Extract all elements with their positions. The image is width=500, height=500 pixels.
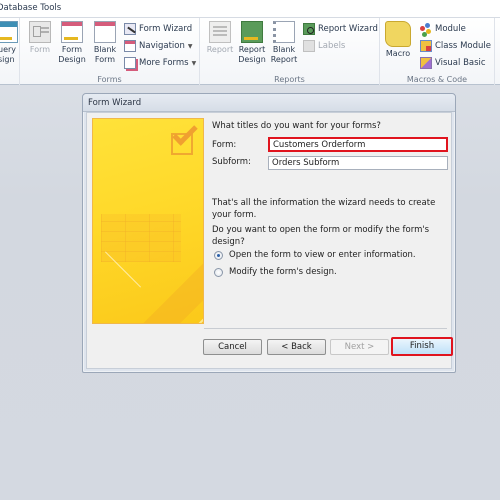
- dialog-titlebar[interactable]: Form Wizard: [83, 94, 455, 112]
- wand-icon: [124, 23, 136, 35]
- tab-database-tools[interactable]: Database Tools: [0, 3, 61, 13]
- open-form-option[interactable]: Open the form to view or enter informati…: [214, 250, 416, 260]
- class-module-icon: [420, 40, 432, 52]
- query-design-icon: [0, 21, 18, 43]
- form-icon: [29, 21, 51, 43]
- navigation-icon: [124, 40, 136, 52]
- labels-icon: [303, 40, 315, 52]
- macro-scroll-icon: [385, 21, 411, 47]
- next-button: Next >: [330, 339, 389, 355]
- more-forms-icon: [124, 57, 136, 69]
- button-separator: [204, 328, 447, 329]
- dialog-title: Form Wizard: [88, 98, 142, 108]
- report-wizard-button[interactable]: Report Wizard: [303, 21, 378, 37]
- dropdown-arrow-icon: ▼: [187, 42, 193, 50]
- form-title-input[interactable]: [268, 137, 448, 152]
- ribbon-group-forms: Form Form Design Blank Form Form Wizard …: [20, 18, 200, 85]
- grid-decoration: [101, 214, 181, 262]
- form-wizard-button[interactable]: Form Wizard: [124, 21, 192, 37]
- wizard-illustration: [92, 118, 204, 324]
- ribbon-group-macros: Macro Module Class Module Visual Basic M…: [380, 18, 495, 85]
- blank-report-button[interactable]: Blank Report: [269, 21, 299, 65]
- info-text: That's all the information the wizard ne…: [212, 198, 436, 220]
- query-design-button[interactable]: uery sign: [0, 21, 22, 65]
- radio-open-form[interactable]: [214, 250, 223, 260]
- cancel-button[interactable]: Cancel: [203, 339, 262, 355]
- report-button[interactable]: Report: [205, 21, 235, 55]
- navigation-button[interactable]: Navigation ▼: [124, 38, 192, 54]
- blank-form-button[interactable]: Blank Form: [90, 21, 120, 65]
- macros-group-label: Macros & Code: [406, 75, 468, 84]
- titles-question: What titles do you want for your forms?: [212, 121, 381, 131]
- finish-button[interactable]: Finish: [391, 337, 453, 356]
- dropdown-arrow-icon: ▼: [191, 59, 197, 67]
- back-button[interactable]: < Back: [267, 339, 326, 355]
- report-design-button[interactable]: Report Design: [237, 21, 267, 65]
- report-icon: [209, 21, 231, 43]
- form-wizard-dialog: Form Wizard What titles do you want for …: [82, 93, 456, 373]
- ribbon: uery sign Form Form Design Blank Form Fo…: [0, 17, 500, 85]
- modify-design-option[interactable]: Modify the form's design.: [214, 267, 337, 277]
- form-design-icon: [61, 21, 83, 43]
- blank-report-icon: [273, 21, 295, 43]
- forms-group-label: Forms: [97, 75, 122, 84]
- module-icon: [420, 23, 432, 35]
- labels-button[interactable]: Labels: [303, 38, 345, 54]
- report-design-icon: [241, 21, 263, 43]
- class-module-button[interactable]: Class Module: [420, 38, 491, 54]
- visual-basic-icon: [420, 57, 432, 69]
- subform-label: Subform:: [212, 157, 251, 167]
- more-forms-button[interactable]: More Forms ▼: [124, 55, 196, 71]
- form-label: Form:: [212, 140, 237, 150]
- open-question: Do you want to open the form or modify t…: [212, 225, 430, 247]
- ribbon-group-reports: Report Report Design Blank Report Report…: [200, 18, 380, 85]
- report-wizard-icon: [303, 23, 315, 35]
- form-button[interactable]: Form: [25, 21, 55, 55]
- macro-button[interactable]: Macro: [383, 21, 413, 59]
- blank-form-icon: [94, 21, 116, 43]
- reports-group-label: Reports: [274, 75, 305, 84]
- ribbon-group-queries: uery sign: [0, 18, 20, 85]
- visual-basic-button[interactable]: Visual Basic: [420, 55, 486, 71]
- form-design-button[interactable]: Form Design: [57, 21, 87, 65]
- dialog-body: What titles do you want for your forms? …: [86, 112, 453, 369]
- radio-modify-design[interactable]: [214, 267, 223, 277]
- subform-title-input[interactable]: [268, 156, 448, 170]
- ribbon-tabstrip: Database Tools: [0, 0, 500, 17]
- module-button[interactable]: Module: [420, 21, 466, 37]
